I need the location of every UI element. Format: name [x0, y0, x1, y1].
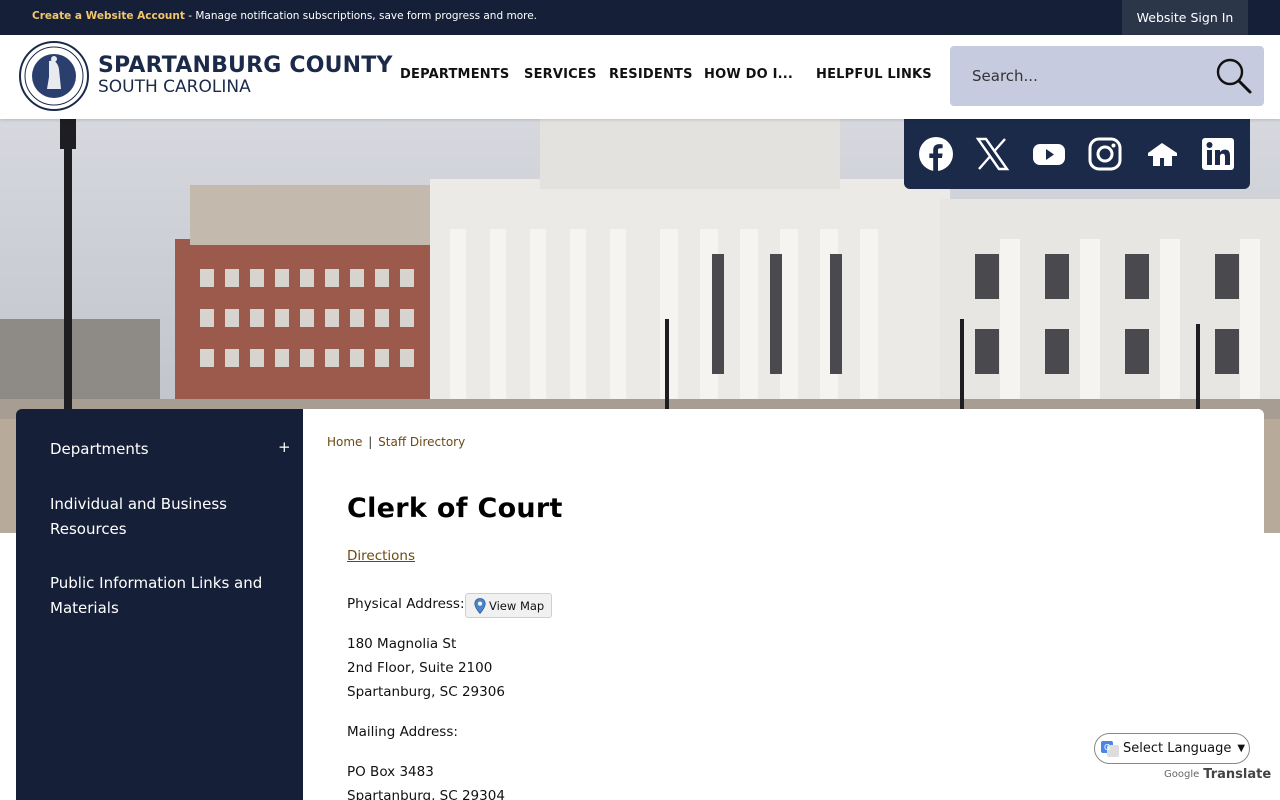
google-translate-icon: G [1101, 740, 1119, 757]
directions-link[interactable]: Directions [347, 548, 415, 564]
language-select[interactable]: G Select Language ▼ [1094, 733, 1250, 764]
physical-address-line-3: Spartanburg, SC 29306 [347, 684, 505, 700]
page-title: Clerk of Court [347, 493, 563, 524]
google-label: Google [1164, 769, 1200, 780]
nav-services[interactable]: SERVICES [524, 67, 597, 82]
nextdoor-icon[interactable] [1144, 136, 1180, 172]
youtube-icon[interactable] [1031, 136, 1067, 172]
x-icon[interactable] [974, 136, 1010, 172]
sidebar-nav: Departments + Individual and Business Re… [16, 409, 303, 800]
county-seal-logo[interactable] [19, 41, 89, 111]
nav-how-do-i[interactable]: HOW DO I... [704, 67, 793, 82]
search-box [950, 46, 1264, 106]
website-sign-in-button[interactable]: Website Sign In [1122, 0, 1248, 35]
nav-helpful-links[interactable]: HELPFUL LINKS [816, 67, 932, 82]
expand-toggle[interactable]: + [278, 438, 291, 456]
view-map-button[interactable]: View Map [465, 593, 553, 618]
physical-address-label: Physical Address: [347, 596, 465, 612]
svg-text:G: G [1104, 743, 1110, 752]
physical-address-line-2: 2nd Floor, Suite 2100 [347, 660, 493, 676]
physical-address-line-1: 180 Magnolia St [347, 636, 457, 652]
view-map-label: View Map [489, 598, 545, 613]
create-account-link[interactable]: Create a Website Account [32, 10, 185, 22]
nav-departments[interactable]: DEPARTMENTS [400, 67, 510, 82]
sidebar-item-public-information[interactable]: Public Information Links and Materials [50, 571, 280, 621]
linkedin-icon[interactable] [1200, 136, 1236, 172]
mailing-address-label: Mailing Address: [347, 724, 458, 740]
account-promo: Create a Website Account - Manage notifi… [32, 10, 537, 22]
powered-by-google: Google Translate [1164, 767, 1271, 782]
breadcrumb-separator: | [368, 435, 373, 449]
sidebar-item-departments[interactable]: Departments [50, 437, 280, 462]
breadcrumb-home[interactable]: Home [327, 435, 362, 449]
select-language-label: Select Language [1123, 741, 1232, 756]
breadcrumb-staff-directory[interactable]: Staff Directory [378, 435, 465, 449]
translate-label[interactable]: Translate [1203, 767, 1271, 782]
site-subtitle: SOUTH CAROLINA [98, 77, 251, 97]
chevron-down-icon: ▼ [1237, 743, 1246, 754]
mailing-address-line-2: Spartanburg, SC 29304 [347, 788, 505, 800]
sidebar-item-individual-business-resources[interactable]: Individual and Business Resources [50, 492, 280, 542]
site-header: SPARTANBURG COUNTY SOUTH CAROLINA DEPART… [0, 35, 1280, 119]
mailing-address-line-1: PO Box 3483 [347, 764, 434, 780]
search-icon[interactable] [1214, 56, 1254, 96]
nav-residents[interactable]: RESIDENTS [609, 67, 693, 82]
breadcrumb: Home | Staff Directory [327, 435, 465, 449]
top-bar: Create a Website Account - Manage notifi… [0, 0, 1280, 35]
instagram-icon[interactable] [1087, 136, 1123, 172]
map-pin-icon [474, 597, 486, 614]
site-title[interactable]: SPARTANBURG COUNTY [98, 53, 393, 78]
promo-text: - Manage notification subscriptions, sav… [184, 10, 538, 22]
facebook-icon[interactable] [918, 136, 954, 172]
social-media-bar [904, 119, 1250, 189]
search-input[interactable] [950, 46, 1200, 106]
